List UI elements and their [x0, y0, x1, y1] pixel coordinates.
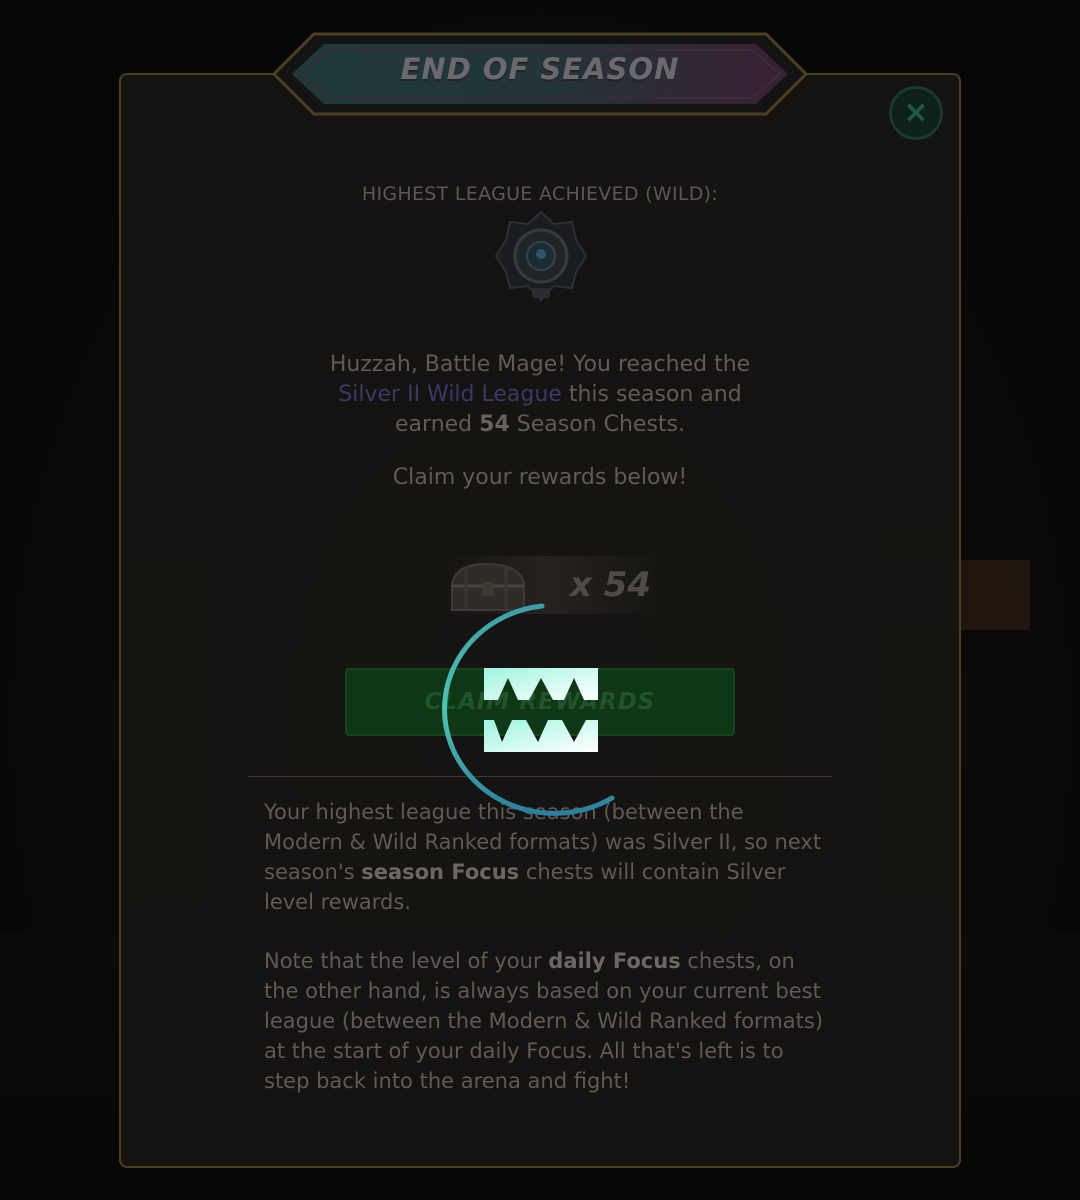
- title-banner: END OF SEASON: [270, 30, 810, 118]
- close-icon: ×: [903, 95, 929, 130]
- league-name-link[interactable]: Silver II Wild League: [338, 382, 562, 407]
- message-line-3-prefix: earned: [395, 412, 480, 437]
- info-1-bold: season Focus: [361, 860, 520, 884]
- season-chest-count: 54: [479, 412, 510, 437]
- message-line-2: this season and: [561, 382, 742, 407]
- loading-fangs-spinner-icon: [414, 602, 664, 818]
- reward-message: Huzzah, Battle Mage! You reached the Sil…: [260, 350, 820, 440]
- info-2-bold: daily Focus: [548, 949, 681, 973]
- dialog-title: END OF SEASON: [400, 52, 680, 86]
- league-label: HIGHEST LEAGUE ACHIEVED (WILD):: [361, 183, 719, 205]
- message-line-3-suffix: Season Chests.: [509, 412, 685, 437]
- message-line-1: Huzzah, Battle Mage! You reached the: [329, 352, 751, 377]
- info-2-text: Note that the level of your: [264, 949, 549, 973]
- daily-focus-info: Note that the level of your daily Focus …: [264, 946, 824, 1096]
- claim-prompt: Claim your rewards below!: [392, 465, 688, 490]
- reward-quantity: x 54: [570, 565, 652, 605]
- silver-league-badge-icon: [492, 208, 590, 304]
- close-button[interactable]: ×: [889, 86, 943, 140]
